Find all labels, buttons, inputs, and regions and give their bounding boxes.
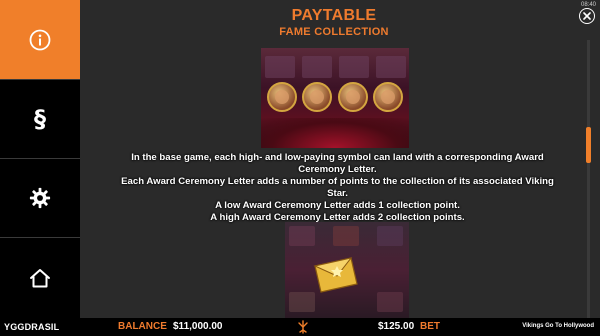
viking-star-medallion [267,82,297,112]
home-icon [30,269,50,288]
viking-star-medallion [372,82,403,112]
settings-button[interactable] [0,159,80,237]
envelope-icon [313,257,358,293]
description-paragraph: Each Award Ceremony Letter adds a number… [121,176,554,199]
info-button[interactable] [0,0,80,79]
sidebar: § [0,0,80,318]
bottom-bar: YGGDRASIL BALANCE $11,000.00 $125.00 BET… [0,318,600,336]
section-icon: § [34,105,46,133]
yggdrasil-tree-icon [298,320,308,334]
scrollbar[interactable] [586,40,591,318]
bet-value[interactable]: $125.00 [378,321,414,332]
viking-star-medallion [337,82,368,112]
game-name: Vikings Go To Hollywood [522,323,594,329]
description-paragraph: A low Award Ceremony Letter adds 1 colle… [215,200,460,211]
balance-value: $11,000.00 [173,321,223,332]
scrollbar-thumb[interactable] [586,127,591,163]
rules-button[interactable]: § [0,80,80,158]
info-icon [29,29,51,50]
viking-star-medallion [302,82,333,112]
section-title: FAME COLLECTION [279,26,389,38]
brand-logo: YGGDRASIL [4,322,60,332]
bet-label[interactable]: BET [420,321,440,332]
award-letter-illustration [285,222,409,318]
gear-icon [29,187,51,209]
paytable-panel: 08:40 PAYTABLE FAME COLLECTION In the ba… [80,0,600,318]
home-button[interactable] [0,238,80,318]
page-title: PAYTABLE [291,7,377,24]
balance-label: BALANCE [118,321,167,332]
viking-stars-illustration [261,48,409,148]
description-paragraph: In the base game, each high- and low-pay… [131,152,544,175]
